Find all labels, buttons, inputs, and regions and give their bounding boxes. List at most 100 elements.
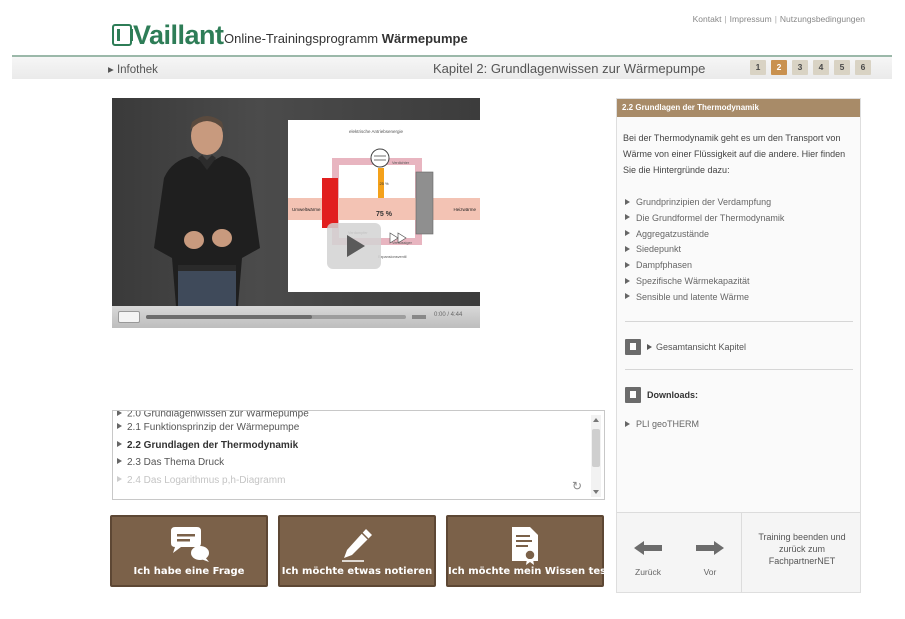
downloads-label: Downloads: bbox=[647, 390, 698, 400]
slide-caption-top: elektrische Antriebsenergie bbox=[349, 129, 404, 134]
topic-link[interactable]: Sensible und latente Wärme bbox=[625, 290, 855, 306]
slide-right-label: Heizwärme bbox=[453, 207, 476, 212]
scroll-thumb[interactable] bbox=[592, 429, 600, 467]
vaillant-logo[interactable]: Vaillant bbox=[112, 20, 224, 50]
vaillant-logo-icon bbox=[112, 24, 133, 46]
topic-link[interactable]: Die Grundformel der Thermodynamik bbox=[625, 211, 855, 227]
chapter-list-item[interactable]: 2.0 Grundlagenwissen zur Wärmepumpe bbox=[117, 411, 587, 419]
slide-small-percent: 25 % bbox=[379, 181, 389, 186]
chapter-chip-1[interactable]: 1 bbox=[750, 60, 766, 75]
divider bbox=[625, 321, 853, 322]
chapter-chip-3[interactable]: 3 bbox=[792, 60, 808, 75]
slide-diagram: elektrische Antriebsenergie 75 % 25 % Um… bbox=[288, 120, 480, 292]
topic-link[interactable]: Siedepunkt bbox=[625, 242, 855, 258]
slide-label-verfluessiger: Verflüssiger bbox=[392, 241, 413, 245]
chevron-right-icon bbox=[625, 198, 630, 205]
chapter-overview-link[interactable]: Gesamtansicht Kapitel bbox=[625, 337, 746, 357]
link-kontakt[interactable]: Kontakt bbox=[693, 14, 722, 24]
forward-label: Vor bbox=[703, 567, 717, 577]
download-link-label: PLI geoTHERM bbox=[636, 419, 700, 429]
topic-list: Grundprinzipien der Verdampfung Die Grun… bbox=[625, 195, 855, 306]
video-player[interactable]: elektrische Antriebsenergie 75 % 25 % Um… bbox=[112, 98, 480, 328]
video-frame: elektrische Antriebsenergie 75 % 25 % Um… bbox=[112, 98, 480, 306]
chapter-item-label: 2.3 Das Thema Druck bbox=[127, 457, 225, 468]
slide-label-verdichter: Verdichter bbox=[392, 161, 410, 165]
take-note-label: Ich möchte etwas notieren bbox=[281, 566, 433, 577]
scroll-up-arrow-icon[interactable] bbox=[591, 415, 601, 425]
chapter-chip-5[interactable]: 5 bbox=[834, 60, 850, 75]
chapter-item-label: 2.2 Grundlagen der Thermodynamik bbox=[127, 439, 299, 451]
certificate-icon bbox=[512, 527, 538, 565]
navbar: ▸ Infothek Kapitel 2: Grundlagenwissen z… bbox=[12, 55, 892, 79]
slide-label-expansion: Expansionsventil bbox=[378, 255, 407, 259]
presenter-image bbox=[154, 116, 260, 306]
app-subtitle: Online-Trainingsprogramm Wärmepumpe bbox=[224, 31, 468, 46]
topic-link[interactable]: Dampfphasen bbox=[625, 258, 855, 274]
chevron-right-icon bbox=[117, 423, 122, 430]
chapter-chip-2[interactable]: 2 bbox=[771, 60, 787, 75]
save-icon bbox=[625, 387, 641, 403]
link-impressum[interactable]: Impressum bbox=[730, 14, 772, 24]
topic-link[interactable]: Aggregatzustände bbox=[625, 227, 855, 243]
video-time: 0:00 / 4:44 bbox=[434, 312, 463, 318]
take-note-button[interactable]: Ich möchte etwas notieren bbox=[278, 515, 436, 587]
chapter-list-item[interactable]: 2.1 Funktionsprinzip der Wärmepumpe bbox=[117, 419, 587, 437]
play-icon[interactable] bbox=[327, 223, 381, 269]
chevron-right-icon bbox=[117, 440, 122, 447]
chevron-right-icon bbox=[625, 230, 630, 237]
end-training-label: Training beenden und zurück zum Fachpart… bbox=[758, 532, 846, 566]
download-pli-geotherm-link[interactable]: PLI geoTHERM bbox=[625, 419, 699, 429]
chapter-pagination: 1 2 3 4 5 6 bbox=[750, 60, 871, 75]
video-play-toggle[interactable] bbox=[118, 311, 140, 323]
chevron-right-icon bbox=[625, 261, 630, 268]
volume-control[interactable] bbox=[412, 315, 426, 319]
link-nutzungsbedingungen[interactable]: Nutzungsbedingungen bbox=[780, 14, 865, 24]
forward-button[interactable]: Vor bbox=[679, 513, 741, 593]
chapter-overview-label: Gesamtansicht Kapitel bbox=[647, 342, 746, 352]
chapter-list-scrollbar[interactable] bbox=[591, 415, 601, 497]
arrow-left-icon bbox=[634, 541, 662, 555]
chapter-chip-4[interactable]: 4 bbox=[813, 60, 829, 75]
topic-link[interactable]: Spezifische Wärmekapazität bbox=[625, 274, 855, 290]
back-label: Zurück bbox=[635, 567, 661, 577]
topic-label: Dampfphasen bbox=[636, 260, 693, 271]
downloads-heading: Downloads: bbox=[625, 385, 698, 405]
slide-left-label: Umweltwärme bbox=[292, 207, 321, 212]
chapter-chip-6[interactable]: 6 bbox=[855, 60, 871, 75]
top-links: Kontakt | Impressum | Nutzungsbedingungen bbox=[693, 14, 865, 24]
scroll-down-arrow-icon[interactable] bbox=[591, 487, 601, 497]
chapter-item-label: 2.4 Das Logarithmus p,h-Diagramm bbox=[127, 474, 286, 486]
topic-label: Die Grundformel der Thermodynamik bbox=[636, 212, 785, 223]
chapter-list-item-disabled: 2.4 Das Logarithmus p,h-Diagramm bbox=[117, 472, 587, 490]
topic-label: Aggregatzustände bbox=[636, 228, 710, 239]
chevron-right-icon bbox=[625, 246, 630, 253]
infothek-link[interactable]: ▸ Infothek bbox=[108, 62, 158, 76]
topic-link[interactable]: Grundprinzipien der Verdampfung bbox=[625, 195, 855, 211]
video-seek-bar[interactable] bbox=[146, 315, 406, 319]
refresh-icon[interactable]: ↻ bbox=[570, 479, 584, 493]
chat-bubbles-icon bbox=[171, 527, 209, 562]
ask-question-label: Ich habe eine Frage bbox=[133, 566, 245, 577]
sidebar-navigation: Zurück Vor Training beenden und zurück z… bbox=[617, 512, 860, 593]
divider bbox=[625, 369, 853, 370]
header: Vaillant Online-Trainingsprogramm Wärmep… bbox=[0, 0, 905, 52]
chapter-item-label: 2.0 Grundlagenwissen zur Wärmepumpe bbox=[127, 411, 309, 419]
chevron-right-icon bbox=[625, 214, 630, 221]
ask-question-button[interactable]: Ich habe eine Frage bbox=[110, 515, 268, 587]
back-button[interactable]: Zurück bbox=[617, 513, 679, 593]
test-knowledge-button[interactable]: Ich möchte mein Wissen testen bbox=[446, 515, 625, 587]
sidebar-intro-text: Bei der Thermodynamik geht es um den Tra… bbox=[623, 133, 846, 175]
chevron-right-icon bbox=[117, 475, 122, 482]
chapter-list-item[interactable]: 2.3 Das Thema Druck bbox=[117, 454, 587, 472]
end-training-button[interactable]: Training beenden und zurück zum Fachpart… bbox=[741, 513, 860, 593]
app-subtitle-bold: Wärmepumpe bbox=[381, 31, 468, 46]
topic-label: Grundprinzipien der Verdampfung bbox=[636, 197, 772, 207]
page: Vaillant Online-Trainingsprogramm Wärmep… bbox=[0, 0, 905, 619]
chevron-right-icon bbox=[647, 343, 652, 350]
link-separator: | bbox=[774, 14, 777, 24]
chapter-list-items: 2.0 Grundlagenwissen zur Wärmepumpe 2.1 … bbox=[117, 411, 587, 489]
chevron-right-icon bbox=[117, 458, 122, 465]
chapter-list: 2.0 Grundlagenwissen zur Wärmepumpe 2.1 … bbox=[112, 410, 605, 500]
arrow-right-icon bbox=[696, 541, 724, 555]
chapter-list-item-active[interactable]: 2.2 Grundlagen der Thermodynamik bbox=[117, 437, 587, 455]
